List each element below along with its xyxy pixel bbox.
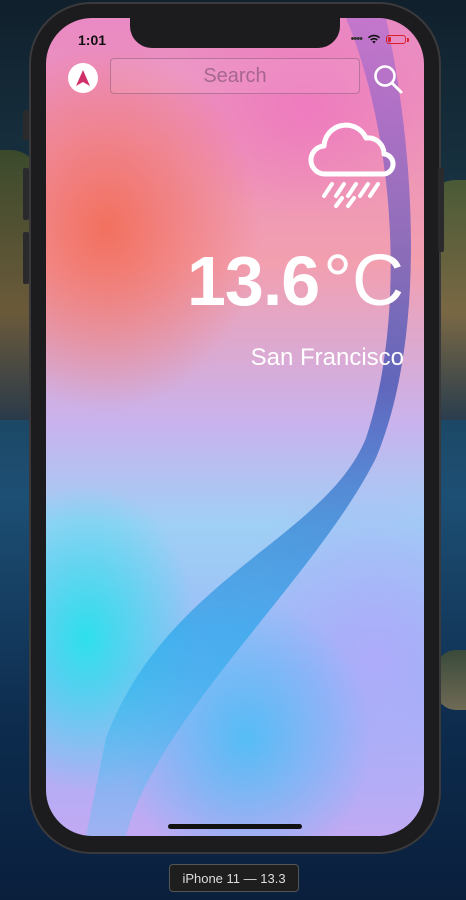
city-name: San Francisco: [250, 344, 404, 371]
battery-level: [388, 36, 391, 42]
temperature-value: 13.6: [186, 242, 320, 320]
simulator-device-label: iPhone 11 — 13.3: [169, 864, 299, 892]
home-indicator[interactable]: [168, 824, 302, 829]
app-screen: 1:01 •••• 13.6: [46, 18, 424, 836]
cellular-signal-icon: ••••: [350, 33, 363, 45]
volume-up-button: [23, 168, 29, 220]
temperature-unit: °C: [323, 241, 404, 321]
search-input[interactable]: [110, 58, 360, 94]
search-icon[interactable]: [372, 63, 404, 95]
volume-down-button: [23, 232, 29, 284]
notch: [130, 18, 340, 48]
mute-switch: [23, 110, 29, 140]
wifi-icon: [367, 34, 381, 44]
cloud-rain-icon: [308, 122, 396, 208]
battery-icon: [386, 34, 409, 44]
power-button: [438, 168, 444, 252]
status-time: 1:01: [78, 32, 107, 48]
location-button[interactable]: [68, 63, 98, 93]
status-icons: ••••: [350, 33, 409, 45]
temperature-display: 13.6 °C: [187, 243, 404, 319]
navigation-arrow-icon: [76, 70, 90, 86]
